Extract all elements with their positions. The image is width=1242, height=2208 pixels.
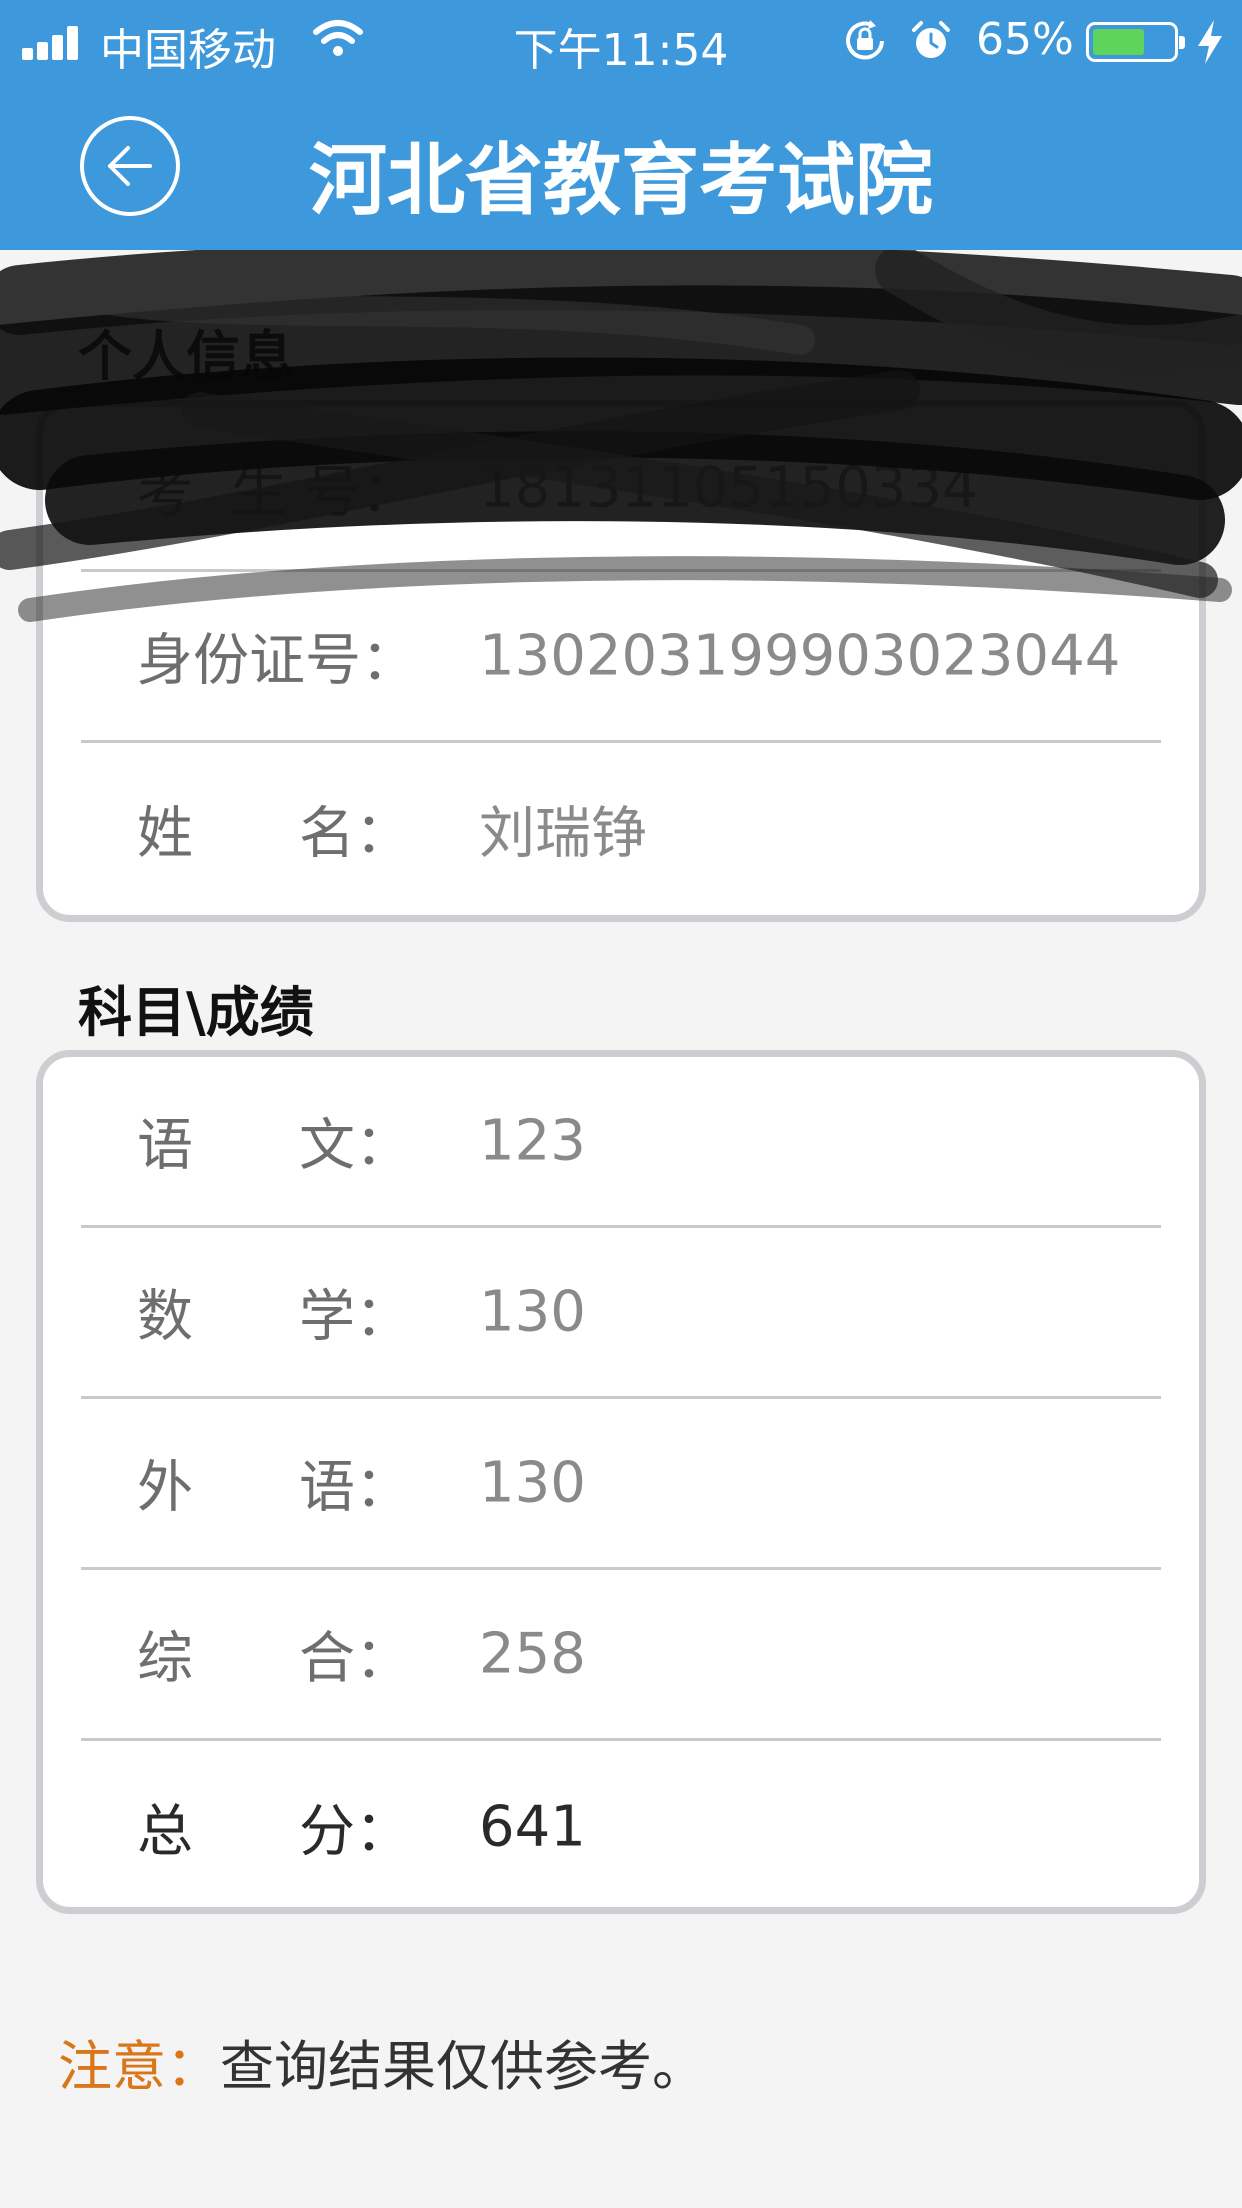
orientation-lock-icon	[846, 20, 884, 60]
nav-bar: 河北省教育考试院	[0, 82, 1242, 250]
subject-label-2: 分：	[299, 1799, 411, 1864]
charging-bolt-icon	[1198, 20, 1222, 64]
exam-number-value: 18131105150334	[479, 455, 978, 521]
score-row-math: 数 学： 130	[81, 1228, 1161, 1399]
score-row-comprehensive: 综 合： 258	[81, 1570, 1161, 1741]
subject-label-2: 语：	[299, 1455, 411, 1521]
status-bar: 中国移动 下午11:54 65%	[0, 0, 1242, 82]
subject-label-2: 学：	[299, 1284, 411, 1350]
subject-label-1: 综	[137, 1626, 193, 1692]
note-text: 查询结果仅供参考。	[220, 2035, 706, 2098]
score-value: 130	[479, 1450, 586, 1516]
id-number-value: 130203199903023044	[479, 623, 1121, 689]
personal-info-title: 个人信息	[78, 325, 294, 388]
subject-label-2: 合：	[299, 1626, 411, 1692]
subject-label-1: 语	[137, 1113, 193, 1179]
info-row-exam-number: 考 生 号： 18131105150334	[81, 407, 1161, 572]
score-value: 258	[479, 1621, 586, 1687]
score-row-total: 总 分： 641	[81, 1741, 1161, 1907]
info-label-2: 名：	[299, 801, 411, 866]
subject-label-1: 数	[137, 1284, 193, 1350]
name-value: 刘瑞铮	[479, 801, 647, 866]
personal-info-card: 考 生 号： 18131105150334 身份证号： 130203199903…	[36, 400, 1206, 922]
note-label: 注意：	[58, 2035, 220, 2098]
subject-label-1: 外	[137, 1455, 193, 1521]
info-label-1: 身份证号：	[137, 628, 417, 694]
score-value: 123	[479, 1108, 586, 1174]
disclaimer-note: 注意：查询结果仅供参考。	[58, 2022, 706, 2101]
info-label-2: 生 号：	[231, 460, 417, 526]
score-row-chinese: 语 文： 123	[81, 1057, 1161, 1228]
info-row-name: 姓 名： 刘瑞铮	[81, 743, 1161, 914]
battery-icon	[1086, 22, 1185, 62]
alarm-icon	[912, 21, 950, 58]
subject-label-2: 文：	[299, 1113, 411, 1179]
score-value: 130	[479, 1279, 586, 1345]
battery-percent: 65%	[976, 14, 1074, 65]
info-label-1: 考	[137, 460, 193, 526]
score-row-foreign-language: 外 语： 130	[81, 1399, 1161, 1570]
scores-title: 科目\成绩	[78, 981, 314, 1044]
info-label-1: 姓	[137, 801, 193, 866]
total-score-value: 641	[479, 1794, 586, 1859]
page-title: 河北省教育考试院	[308, 136, 933, 226]
scores-card: 语 文： 123 数 学： 130 外 语： 130 综 合： 258 总 分：…	[36, 1050, 1206, 1914]
subject-label-1: 总	[137, 1799, 193, 1864]
info-row-id-number: 身份证号： 130203199903023044	[81, 572, 1161, 743]
